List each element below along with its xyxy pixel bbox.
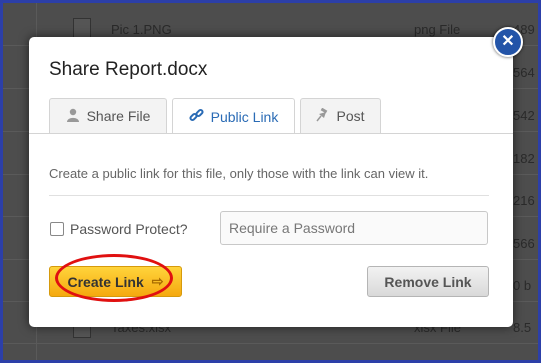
file-size: 182 [513, 151, 535, 166]
close-icon[interactable]: ✕ [493, 27, 523, 57]
tab-label: Public Link [210, 108, 279, 125]
create-link-button[interactable]: Create Link ⇨ [49, 266, 182, 297]
tab-underline [29, 133, 513, 134]
password-protect-checkbox[interactable] [50, 222, 64, 236]
dialog-title: Share Report.docx [49, 59, 208, 80]
file-type: png File [414, 22, 461, 37]
tab-post[interactable]: Post [300, 98, 381, 133]
file-name: Pic 1.PNG [111, 22, 172, 37]
create-link-label: Create Link [67, 273, 144, 290]
file-size: 216 [513, 193, 535, 208]
tab-public-link[interactable]: Public Link [172, 98, 295, 134]
file-size: 8.5 [513, 320, 532, 335]
remove-link-button[interactable]: Remove Link [367, 266, 489, 297]
link-icon [189, 108, 204, 126]
tab-share-file[interactable]: Share File [49, 98, 167, 133]
share-dialog: Share Report.docx Share File Public Link… [29, 37, 513, 327]
password-protect-label: Password Protect? [70, 221, 188, 237]
remove-link-label: Remove Link [384, 273, 472, 290]
file-size: 542 [513, 108, 535, 123]
file-size: 0 b [513, 278, 532, 293]
file-size: 564 [513, 65, 535, 80]
file-size: 566 [513, 236, 535, 251]
password-input[interactable] [220, 211, 488, 245]
person-icon [66, 108, 80, 125]
pin-icon [316, 107, 329, 125]
arrow-right-icon: ⇨ [151, 273, 164, 289]
tab-label: Post [336, 108, 365, 124]
section-divider [49, 195, 489, 196]
public-link-description: Create a public link for this file, only… [49, 166, 429, 181]
tab-label: Share File [86, 108, 151, 124]
